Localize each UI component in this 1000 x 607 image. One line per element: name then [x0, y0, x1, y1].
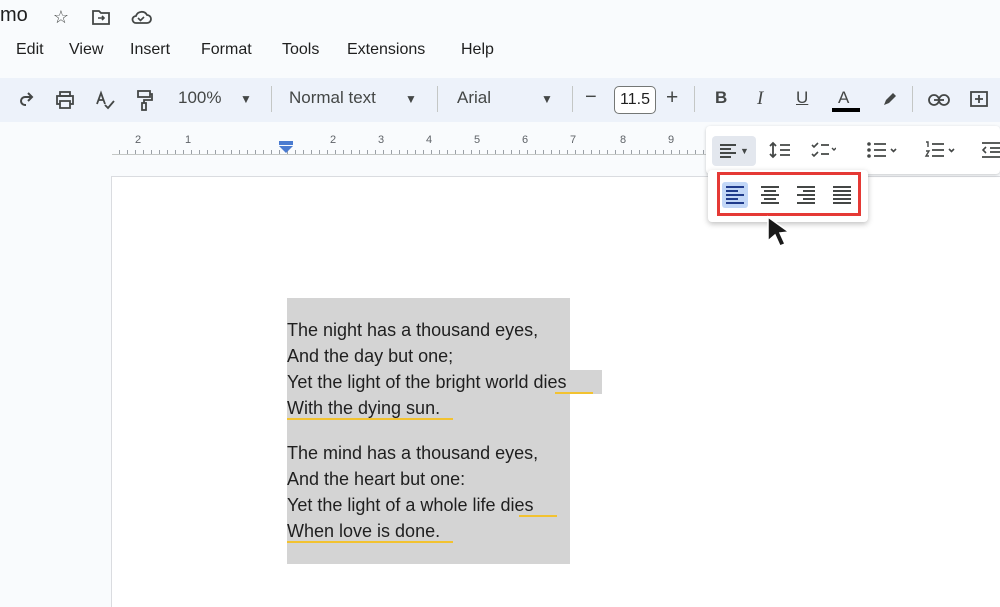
spellcheck-icon[interactable]: [92, 86, 118, 114]
ruler-number: 3: [378, 134, 385, 146]
toolbar-divider: [694, 86, 695, 112]
poem-line[interactable]: And the day but one;: [287, 344, 453, 368]
spelling-underline: [287, 418, 453, 420]
italic-button[interactable]: I: [757, 88, 763, 110]
move-to-folder-icon[interactable]: [90, 6, 112, 28]
star-icon[interactable]: ☆: [50, 6, 72, 28]
spelling-underline: [519, 515, 557, 517]
decrease-indent-icon[interactable]: [980, 140, 1000, 165]
menu-help[interactable]: Help: [457, 39, 498, 61]
toolbar-divider: [437, 86, 438, 112]
line-spacing-icon[interactable]: [768, 140, 792, 165]
ruler-number: 9: [668, 134, 675, 146]
spelling-underline: [287, 541, 453, 543]
ruler-number: 6: [522, 134, 529, 146]
document-title[interactable]: mo: [0, 4, 28, 27]
ruler-number: 8: [620, 134, 627, 146]
cloud-saved-icon[interactable]: [130, 6, 152, 28]
toolbar-divider: [912, 86, 913, 112]
style-select[interactable]: Normal text: [289, 88, 376, 108]
menu-extensions[interactable]: Extensions: [343, 39, 429, 61]
numbered-list-icon[interactable]: [924, 140, 956, 165]
poem-line[interactable]: When love is done.: [287, 519, 440, 543]
increase-font-size-button[interactable]: +: [666, 86, 678, 110]
spelling-underline: [555, 392, 593, 394]
formatting-toolbar-overflow: ▼: [706, 126, 1000, 174]
font-size-input[interactable]: 11.5: [614, 86, 656, 114]
ruler-number: 2: [135, 134, 142, 146]
text-selection: [570, 370, 602, 394]
poem-line[interactable]: Yet the light of the bright world dies: [287, 370, 567, 394]
text-color-button[interactable]: A: [838, 88, 849, 108]
checklist-icon[interactable]: [810, 140, 837, 165]
bold-button[interactable]: B: [715, 88, 727, 108]
toolbar-divider: [271, 86, 272, 112]
bulleted-list-icon[interactable]: [866, 140, 898, 165]
ruler-number: 5: [474, 134, 481, 146]
font-select[interactable]: Arial: [457, 88, 491, 108]
menu-view[interactable]: View: [65, 39, 107, 61]
menu-edit[interactable]: Edit: [12, 39, 48, 61]
mouse-pointer-icon: [766, 215, 794, 249]
underline-button[interactable]: U: [796, 88, 808, 108]
chevron-down-icon: ▼: [740, 146, 749, 156]
insert-link-icon[interactable]: [926, 86, 952, 114]
ruler[interactable]: [112, 150, 710, 155]
redo-icon[interactable]: [14, 86, 38, 114]
ruler-number: 1: [185, 134, 192, 146]
toolbar: [0, 78, 1000, 122]
ruler-number: 4: [426, 134, 433, 146]
menu-format[interactable]: Format: [197, 39, 256, 61]
style-dropdown-icon[interactable]: ▼: [405, 92, 417, 106]
ruler-number: 2: [330, 134, 337, 146]
highlight-annotation-box: [717, 172, 861, 216]
poem-line[interactable]: With the dying sun.: [287, 396, 440, 420]
indent-marker-icon[interactable]: [279, 140, 293, 153]
print-icon[interactable]: [52, 86, 78, 114]
zoom-select[interactable]: 100%: [178, 88, 221, 108]
highlight-color-icon[interactable]: [878, 86, 900, 114]
font-dropdown-icon[interactable]: ▼: [541, 92, 553, 106]
text-color-swatch: [832, 108, 860, 112]
ruler-number: 7: [570, 134, 577, 146]
menu-tools[interactable]: Tools: [278, 39, 323, 61]
toolbar-divider: [572, 86, 573, 112]
add-comment-icon[interactable]: [966, 86, 992, 114]
zoom-dropdown-icon[interactable]: ▼: [240, 92, 252, 106]
poem-line[interactable]: Yet the light of a whole life dies: [287, 493, 534, 517]
decrease-font-size-button[interactable]: −: [585, 86, 597, 109]
poem-line[interactable]: The night has a thousand eyes,: [287, 318, 538, 342]
align-menu-button[interactable]: ▼: [712, 136, 756, 166]
poem-line[interactable]: And the heart but one:: [287, 467, 465, 491]
menu-insert[interactable]: Insert: [126, 39, 174, 61]
poem-line[interactable]: The mind has a thousand eyes,: [287, 441, 538, 465]
text-selection: [560, 493, 570, 517]
paint-format-icon[interactable]: [132, 86, 158, 114]
